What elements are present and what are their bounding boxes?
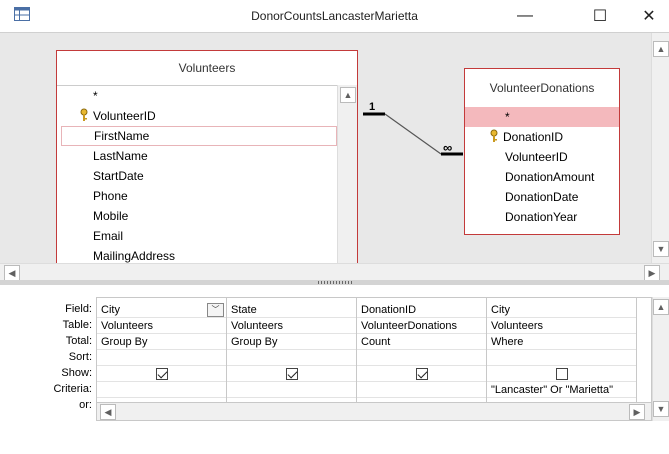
field-email[interactable]: Email — [57, 226, 337, 246]
criteria-cell[interactable] — [227, 382, 356, 398]
design-grid[interactable]: Field: Table: Total: Sort: Show: Criteri… — [0, 285, 669, 454]
table-cell[interactable]: Volunteers — [487, 318, 636, 334]
chevron-down-icon[interactable]: ﹀ — [207, 303, 224, 317]
show-checkbox[interactable] — [555, 368, 568, 381]
table-cell[interactable]: Volunteers — [227, 318, 356, 334]
arrow-up-icon[interactable]: ▲ — [653, 299, 669, 315]
row-label-table: Table: — [62, 319, 92, 331]
arrow-right-icon[interactable]: ▶ — [629, 404, 645, 420]
sort-cell[interactable] — [227, 350, 356, 366]
field-mailingaddress[interactable]: MailingAddress — [57, 246, 337, 263]
grid-column-3[interactable]: DonationID VolunteerDonations Count — [357, 298, 487, 402]
table-title-volunteers[interactable]: Volunteers — [57, 51, 357, 85]
sort-cell[interactable] — [357, 350, 486, 366]
show-cell[interactable] — [357, 366, 486, 382]
table-cell[interactable]: VolunteerDonations — [357, 318, 486, 334]
total-cell[interactable]: Count — [357, 334, 486, 350]
field-phone[interactable]: Phone — [57, 186, 337, 206]
arrow-up-icon[interactable]: ▲ — [653, 41, 669, 57]
grid-column-2[interactable]: State Volunteers Group By — [227, 298, 357, 402]
criteria-cell[interactable] — [97, 382, 226, 398]
field-startdate[interactable]: StartDate — [57, 166, 337, 186]
show-checkbox[interactable] — [155, 368, 168, 381]
close-button[interactable]: ✕ — [629, 4, 669, 28]
query-diagram-pane[interactable]: 1 ∞ Volunteers * VolunteerID FirstName L… — [0, 32, 669, 281]
table-title-volunteerdonations[interactable]: VolunteerDonations — [465, 69, 619, 107]
row-label-or: or: — [79, 399, 92, 411]
arrow-down-icon[interactable]: ▼ — [653, 401, 669, 417]
field-cell[interactable]: City ﹀ — [97, 302, 226, 318]
criteria-cell[interactable]: "Lancaster" Or "Marietta" — [487, 382, 636, 398]
many-side-label: ∞ — [443, 140, 452, 155]
diagram-horizontal-scrollbar[interactable]: ◀ ▶ — [0, 263, 669, 281]
title-bar: DonorCountsLancasterMarietta — ☐ ✕ — [0, 0, 669, 32]
field-all-selected[interactable]: * — [465, 107, 619, 127]
field-cell[interactable]: State — [227, 302, 356, 318]
criteria-cell[interactable] — [357, 382, 486, 398]
minimize-button[interactable]: — — [505, 4, 545, 28]
grid-columns-container[interactable]: City ﹀ Volunteers Group By State Volunte… — [96, 297, 652, 421]
one-side-label: 1 — [369, 101, 375, 113]
diagram-vertical-scrollbar[interactable]: ▲ ▼ — [651, 33, 669, 263]
maximize-button[interactable]: ☐ — [580, 4, 620, 28]
total-cell[interactable]: Where — [487, 334, 636, 350]
sort-cell[interactable] — [487, 350, 636, 366]
splitter-grip[interactable] — [318, 281, 352, 284]
field-volunteerid[interactable]: VolunteerID — [465, 147, 619, 167]
sort-cell[interactable] — [97, 350, 226, 366]
field-firstname[interactable]: FirstName — [61, 126, 337, 146]
arrow-right-icon[interactable]: ▶ — [644, 265, 660, 281]
field-donationid[interactable]: DonationID — [465, 127, 619, 147]
primary-key-icon — [490, 129, 498, 142]
arrow-down-icon[interactable]: ▼ — [653, 241, 669, 257]
table-cell[interactable]: Volunteers — [97, 318, 226, 334]
field-cell[interactable]: City — [487, 302, 636, 318]
field-lastname[interactable]: LastName — [57, 146, 337, 166]
table-volunteers[interactable]: Volunteers * VolunteerID FirstName LastN… — [56, 50, 358, 263]
total-cell[interactable]: Group By — [97, 334, 226, 350]
field-list-volunteers[interactable]: * VolunteerID FirstName LastName StartDa… — [57, 85, 337, 263]
row-label-show: Show: — [61, 367, 92, 379]
grid-column-1[interactable]: City ﹀ Volunteers Group By — [97, 298, 227, 402]
row-label-field: Field: — [65, 303, 92, 315]
arrow-up-icon[interactable]: ▲ — [340, 87, 356, 103]
field-all[interactable]: * — [57, 86, 337, 106]
field-volunteerid[interactable]: VolunteerID — [57, 106, 337, 126]
table-vertical-scrollbar[interactable]: ▲ — [337, 85, 357, 263]
show-cell[interactable] — [227, 366, 356, 382]
window-title: DonorCountsLancasterMarietta — [251, 9, 418, 23]
field-donationyear[interactable]: DonationYear — [465, 207, 619, 227]
row-label-criteria: Criteria: — [53, 383, 92, 395]
field-donationamount[interactable]: DonationAmount — [465, 167, 619, 187]
arrow-left-icon[interactable]: ◀ — [4, 265, 20, 281]
grid-horizontal-scrollbar[interactable]: ◀ ▶ — [97, 402, 651, 420]
field-donationdate[interactable]: DonationDate — [465, 187, 619, 207]
row-label-sort: Sort: — [68, 351, 92, 363]
table-volunteerdonations[interactable]: VolunteerDonations * DonationID Voluntee… — [464, 68, 620, 235]
grid-column-4[interactable]: City Volunteers Where "Lancaster" Or "Ma… — [487, 298, 637, 402]
primary-key-icon — [80, 108, 88, 121]
total-cell[interactable]: Group By — [227, 334, 356, 350]
grid-vertical-scrollbar[interactable]: ▲ ▼ — [652, 297, 669, 421]
show-checkbox[interactable] — [285, 368, 298, 381]
show-cell[interactable] — [487, 366, 636, 382]
show-cell[interactable] — [97, 366, 226, 382]
field-label: DonationID — [503, 130, 564, 144]
show-checkbox[interactable] — [415, 368, 428, 381]
field-label: VolunteerID — [93, 109, 156, 123]
field-cell[interactable]: DonationID — [357, 302, 486, 318]
arrow-left-icon[interactable]: ◀ — [100, 404, 116, 420]
row-label-total: Total: — [65, 335, 92, 347]
field-mobile[interactable]: Mobile — [57, 206, 337, 226]
field-list-volunteerdonations[interactable]: * DonationID VolunteerID DonationAmount … — [465, 107, 619, 227]
